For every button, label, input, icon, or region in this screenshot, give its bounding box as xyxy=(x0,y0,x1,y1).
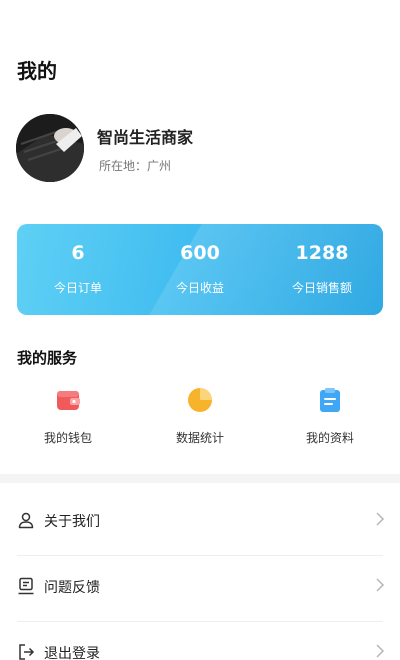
clipboard-icon xyxy=(316,386,344,414)
stat-today-sales[interactable]: 1288 今日销售额 xyxy=(261,224,383,315)
chevron-right-icon xyxy=(375,512,385,526)
menu-label: 问题反馈 xyxy=(44,580,100,596)
shop-location: 所在地：广州 xyxy=(99,159,172,173)
menu-item-logout[interactable]: 退出登录 xyxy=(0,622,400,660)
pie-chart-icon xyxy=(186,386,214,414)
stat-today-orders[interactable]: 6 今日订单 xyxy=(17,224,139,315)
stat-label: 今日订单 xyxy=(53,281,102,295)
chevron-right-icon xyxy=(375,578,385,592)
feedback-icon xyxy=(17,577,35,595)
profile-page: 我的 智尚生活商家 所在地：广州 6 今日订单 600 今日收益 1288 今日… xyxy=(0,0,400,660)
menu-label: 退出登录 xyxy=(44,646,100,660)
shop-name: 智尚生活商家 xyxy=(97,128,194,147)
menu-label: 关于我们 xyxy=(44,514,100,530)
avatar[interactable] xyxy=(16,114,84,182)
menu-item-about-us[interactable]: 关于我们 xyxy=(0,490,400,556)
stat-value: 600 xyxy=(180,242,220,264)
services-title: 我的服务 xyxy=(17,349,78,367)
service-statistics[interactable]: 数据统计 xyxy=(140,386,260,448)
service-wallet[interactable]: 我的钱包 xyxy=(8,386,128,448)
stat-value: 1288 xyxy=(295,242,349,264)
service-label: 我的钱包 xyxy=(43,431,92,445)
section-divider xyxy=(0,474,400,483)
menu-item-feedback[interactable]: 问题反馈 xyxy=(0,556,400,622)
user-icon xyxy=(17,511,35,529)
stat-value: 6 xyxy=(71,242,85,264)
stat-label: 今日销售额 xyxy=(291,281,352,295)
logout-icon xyxy=(17,643,35,660)
service-label: 我的资料 xyxy=(305,431,354,445)
chevron-right-icon xyxy=(375,644,385,658)
service-profile-info[interactable]: 我的资料 xyxy=(270,386,390,448)
page-title: 我的 xyxy=(17,59,57,83)
today-stats-card: 6 今日订单 600 今日收益 1288 今日销售额 xyxy=(17,224,383,315)
service-label: 数据统计 xyxy=(175,431,224,445)
wallet-icon xyxy=(54,386,82,414)
stat-label: 今日收益 xyxy=(175,281,224,295)
stat-today-income[interactable]: 600 今日收益 xyxy=(139,224,261,315)
